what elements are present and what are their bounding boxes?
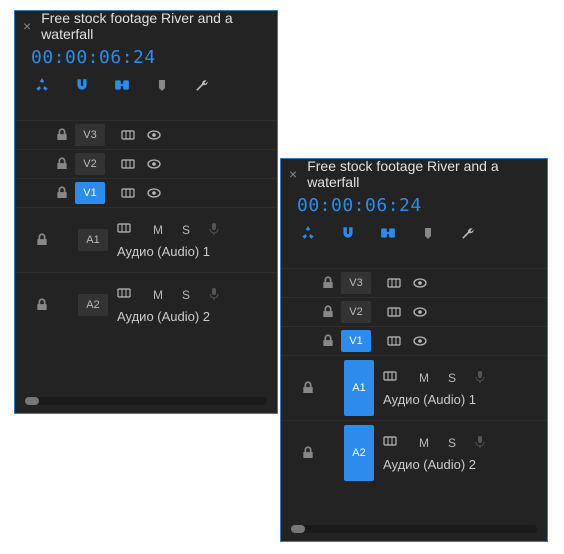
track-header[interactable]: V1 — [75, 182, 105, 204]
solo-button[interactable]: S — [445, 436, 459, 450]
toggle-sync-lock-icon[interactable] — [115, 128, 141, 142]
solo-button[interactable]: S — [179, 288, 193, 302]
lock-icon[interactable] — [321, 332, 341, 351]
track-header[interactable]: A2 — [344, 425, 374, 481]
tracks-area: V3 V2 V1 A1 M S — [281, 268, 547, 485]
voiceover-record-icon[interactable] — [473, 369, 487, 386]
toggle-sync-lock-icon[interactable] — [115, 157, 141, 171]
lock-icon[interactable] — [55, 184, 75, 203]
settings-wrench-icon[interactable] — [193, 76, 211, 94]
timecode-display[interactable]: 00:00:06:24 — [281, 189, 547, 218]
track-header[interactable]: A1 — [344, 360, 374, 416]
audio-track-name: Аудио (Audio) 1 — [117, 244, 277, 259]
audio-controls-row: M S — [117, 286, 277, 303]
audio-controls-row: M S — [383, 369, 547, 386]
toggle-track-output-icon[interactable] — [407, 305, 433, 319]
video-track-row: V1 — [15, 178, 277, 207]
audio-controls-row: M S — [117, 221, 277, 238]
lock-icon[interactable] — [301, 444, 315, 463]
toggle-track-output-icon[interactable] — [407, 276, 433, 290]
timecode-display[interactable]: 00:00:06:24 — [15, 41, 277, 70]
lock-icon[interactable] — [55, 126, 75, 145]
video-track-row: V3 — [281, 268, 547, 297]
audio-track-row: A1 M S Аудио (Audio) 1 — [281, 355, 547, 420]
video-track-row: V2 — [281, 297, 547, 326]
video-track-row: V1 — [281, 326, 547, 355]
audio-track-row: A2 M S Аудио (Audio) 2 — [15, 272, 277, 337]
timeline-panel-before: × Free stock footage River and a waterfa… — [14, 10, 278, 414]
panel-title: Free stock footage River and a waterfall — [307, 158, 547, 190]
toggle-track-output-icon[interactable] — [141, 186, 167, 200]
solo-button[interactable]: S — [179, 223, 193, 237]
track-header[interactable]: V1 — [341, 330, 371, 352]
linked-selection-icon[interactable] — [379, 224, 397, 242]
track-header[interactable]: A1 — [78, 229, 108, 251]
audio-track-name: Аудио (Audio) 2 — [117, 309, 277, 324]
panel-title: Free stock footage River and a waterfall — [41, 10, 277, 42]
track-header[interactable]: V2 — [75, 153, 105, 175]
settings-wrench-icon[interactable] — [459, 224, 477, 242]
solo-button[interactable]: S — [445, 371, 459, 385]
track-header[interactable]: V3 — [341, 272, 371, 294]
scrollbar-thumb[interactable] — [291, 525, 305, 533]
toggle-sync-lock-icon[interactable] — [383, 369, 403, 386]
timeline-toolbar — [15, 70, 277, 104]
toggle-sync-lock-icon[interactable] — [381, 276, 407, 290]
horizontal-scrollbar[interactable] — [25, 397, 267, 405]
toggle-track-output-icon[interactable] — [141, 157, 167, 171]
lock-icon[interactable] — [321, 274, 341, 293]
audio-track-name: Аудио (Audio) 1 — [383, 392, 547, 407]
panel-titlebar: × Free stock footage River and a waterfa… — [15, 11, 277, 41]
video-track-row: V3 — [15, 120, 277, 149]
toggle-track-output-icon[interactable] — [141, 128, 167, 142]
panel-titlebar: × Free stock footage River and a waterfa… — [281, 159, 547, 189]
toggle-sync-lock-icon[interactable] — [117, 221, 137, 238]
lock-icon[interactable] — [321, 303, 341, 322]
insert-overwrite-icon[interactable] — [299, 224, 317, 242]
lock-icon[interactable] — [35, 231, 49, 250]
timeline-panel-after: × Free stock footage River and a waterfa… — [280, 158, 548, 542]
snap-icon[interactable] — [73, 76, 91, 94]
tracks-area: V3 V2 V1 A1 M S — [15, 120, 277, 337]
audio-controls-row: M S — [383, 434, 547, 451]
toggle-sync-lock-icon[interactable] — [383, 434, 403, 451]
insert-overwrite-icon[interactable] — [33, 76, 51, 94]
horizontal-scrollbar[interactable] — [291, 525, 537, 533]
video-track-row: V2 — [15, 149, 277, 178]
mute-button[interactable]: M — [417, 436, 431, 450]
voiceover-record-icon[interactable] — [207, 286, 221, 303]
toggle-sync-lock-icon[interactable] — [381, 305, 407, 319]
voiceover-record-icon[interactable] — [473, 434, 487, 451]
marker-icon[interactable] — [419, 224, 437, 242]
mute-button[interactable]: M — [151, 288, 165, 302]
close-icon[interactable]: × — [23, 18, 31, 34]
mute-button[interactable]: M — [151, 223, 165, 237]
lock-icon[interactable] — [301, 379, 315, 398]
linked-selection-icon[interactable] — [113, 76, 131, 94]
marker-icon[interactable] — [153, 76, 171, 94]
toggle-sync-lock-icon[interactable] — [117, 286, 137, 303]
toggle-sync-lock-icon[interactable] — [115, 186, 141, 200]
track-header[interactable]: V3 — [75, 124, 105, 146]
audio-track-row: A2 M S Аудио (Audio) 2 — [281, 420, 547, 485]
mute-button[interactable]: M — [417, 371, 431, 385]
toggle-track-output-icon[interactable] — [407, 334, 433, 348]
snap-icon[interactable] — [339, 224, 357, 242]
lock-icon[interactable] — [35, 296, 49, 315]
track-header[interactable]: V2 — [341, 301, 371, 323]
track-header[interactable]: A2 — [78, 294, 108, 316]
voiceover-record-icon[interactable] — [207, 221, 221, 238]
audio-track-name: Аудио (Audio) 2 — [383, 457, 547, 472]
timeline-toolbar — [281, 218, 547, 252]
close-icon[interactable]: × — [289, 166, 297, 182]
audio-track-row: A1 M S Аудио (Audio) 1 — [15, 207, 277, 272]
lock-icon[interactable] — [55, 155, 75, 174]
scrollbar-thumb[interactable] — [25, 397, 39, 405]
toggle-sync-lock-icon[interactable] — [381, 334, 407, 348]
